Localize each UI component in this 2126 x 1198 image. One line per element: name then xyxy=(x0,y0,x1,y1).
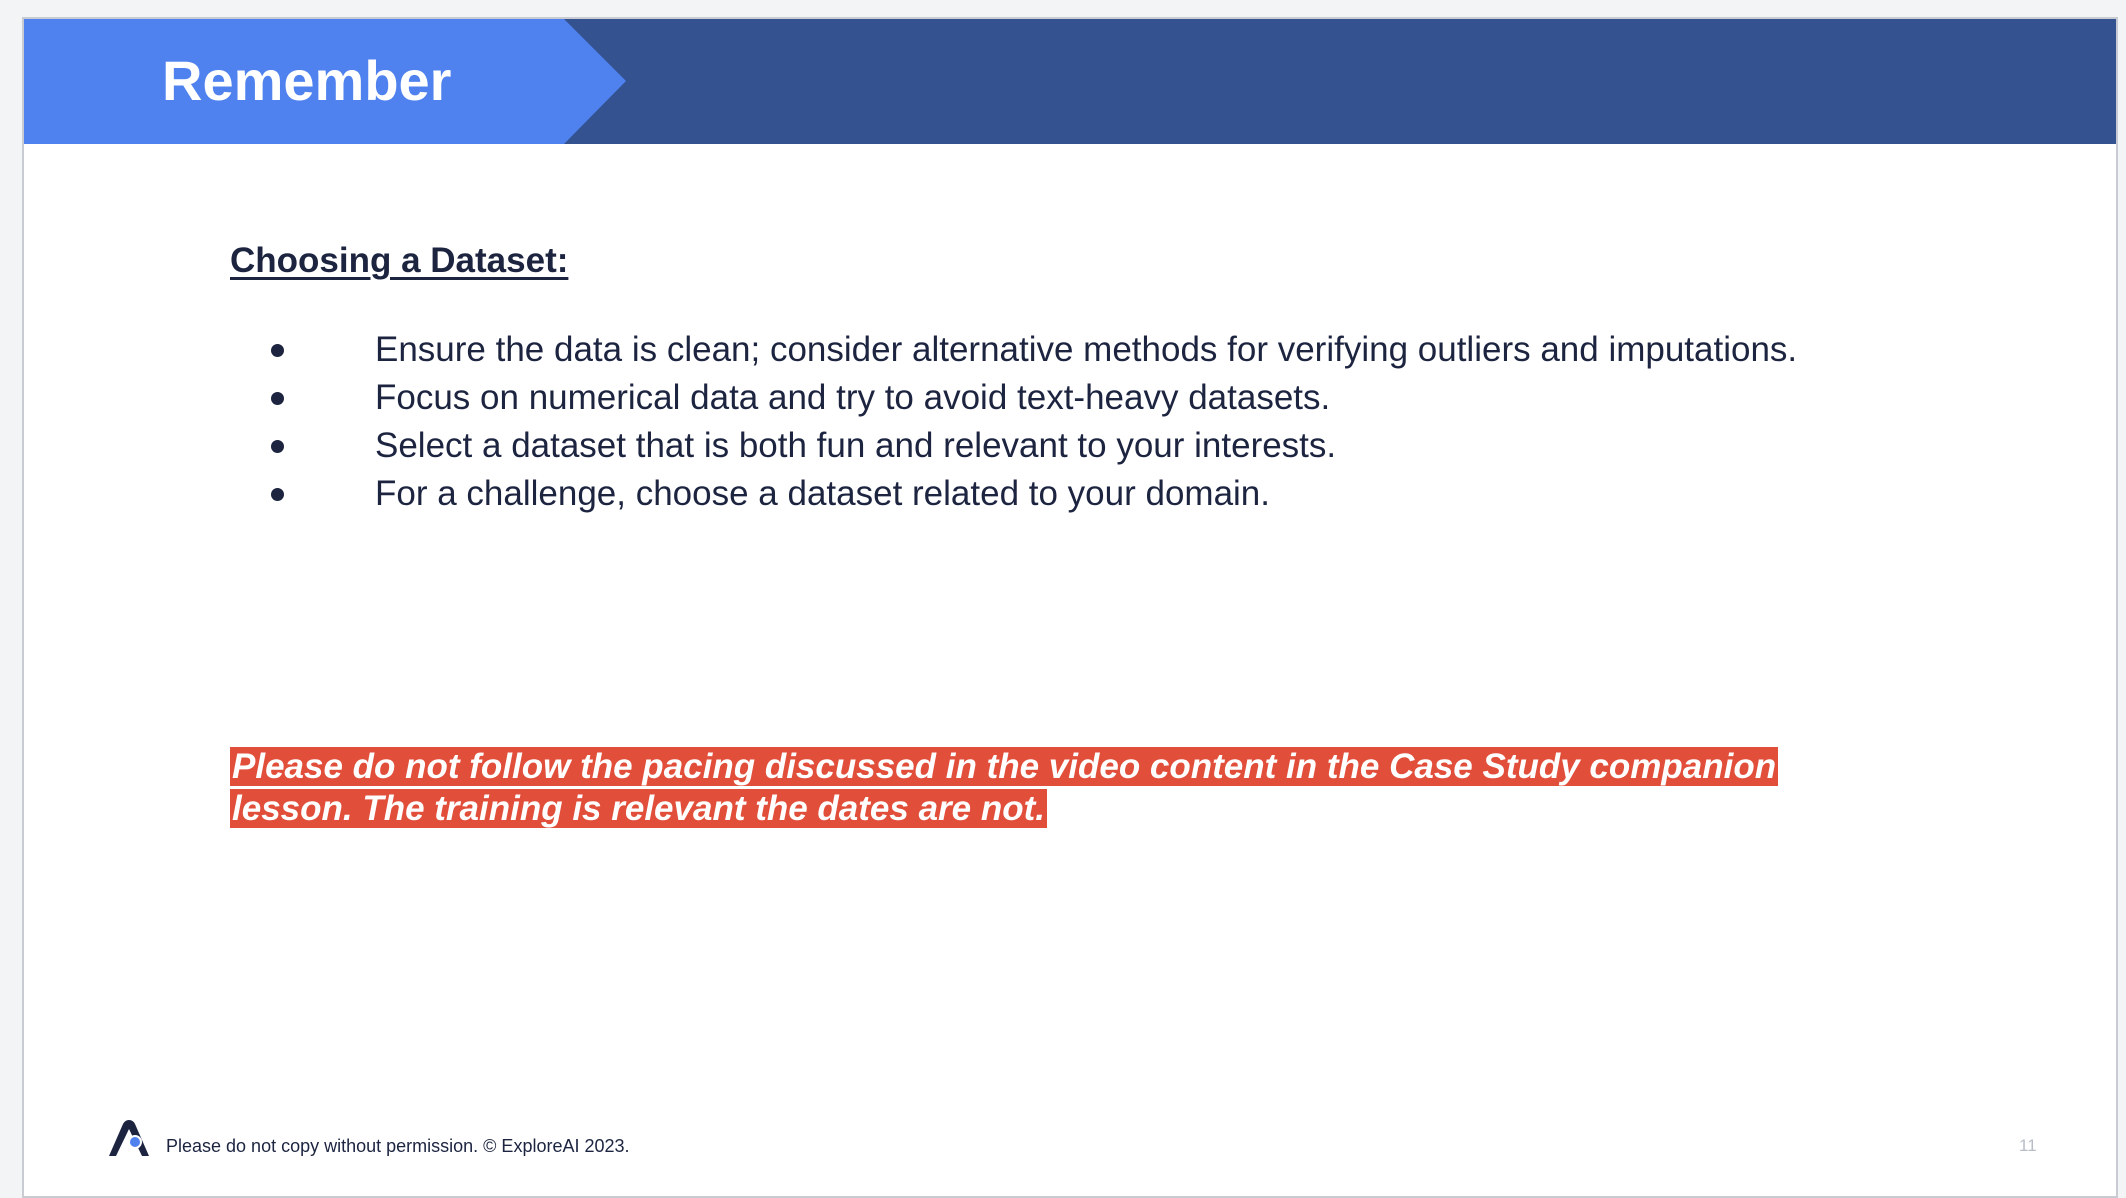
warning-text: Please do not follow the pacing discusse… xyxy=(230,747,1779,828)
explore-ai-logo-icon xyxy=(109,1120,149,1156)
bullet-icon xyxy=(271,487,284,501)
slide-title: Remember xyxy=(162,49,452,112)
list-item-text: Ensure the data is clean; consider alter… xyxy=(375,330,1798,369)
list-item: Ensure the data is clean; consider alter… xyxy=(262,326,1797,374)
list-item-text: Select a dataset that is both fun and re… xyxy=(375,426,1337,465)
list-item: For a challenge, choose a dataset relate… xyxy=(262,470,1797,518)
bullet-icon xyxy=(271,343,284,357)
list-item: Focus on numerical data and try to avoid… xyxy=(262,374,1797,422)
page-number: 11 xyxy=(2019,1136,2037,1155)
footer-copyright: Please do not copy without permission. ©… xyxy=(166,1136,630,1156)
bullet-list: Ensure the data is clean; consider alter… xyxy=(262,326,1797,518)
warning-note: Please do not follow the pacing discusse… xyxy=(230,746,1840,830)
section-heading: Choosing a Dataset: xyxy=(230,241,569,280)
list-item-text: For a challenge, choose a dataset relate… xyxy=(375,474,1270,513)
list-item-text: Focus on numerical data and try to avoid… xyxy=(375,378,1331,417)
bullet-icon xyxy=(271,439,284,453)
list-item: Select a dataset that is both fun and re… xyxy=(262,422,1797,470)
slide: Remember Choosing a Dataset: Ensure the … xyxy=(22,17,2118,1198)
bullet-icon xyxy=(271,391,284,405)
